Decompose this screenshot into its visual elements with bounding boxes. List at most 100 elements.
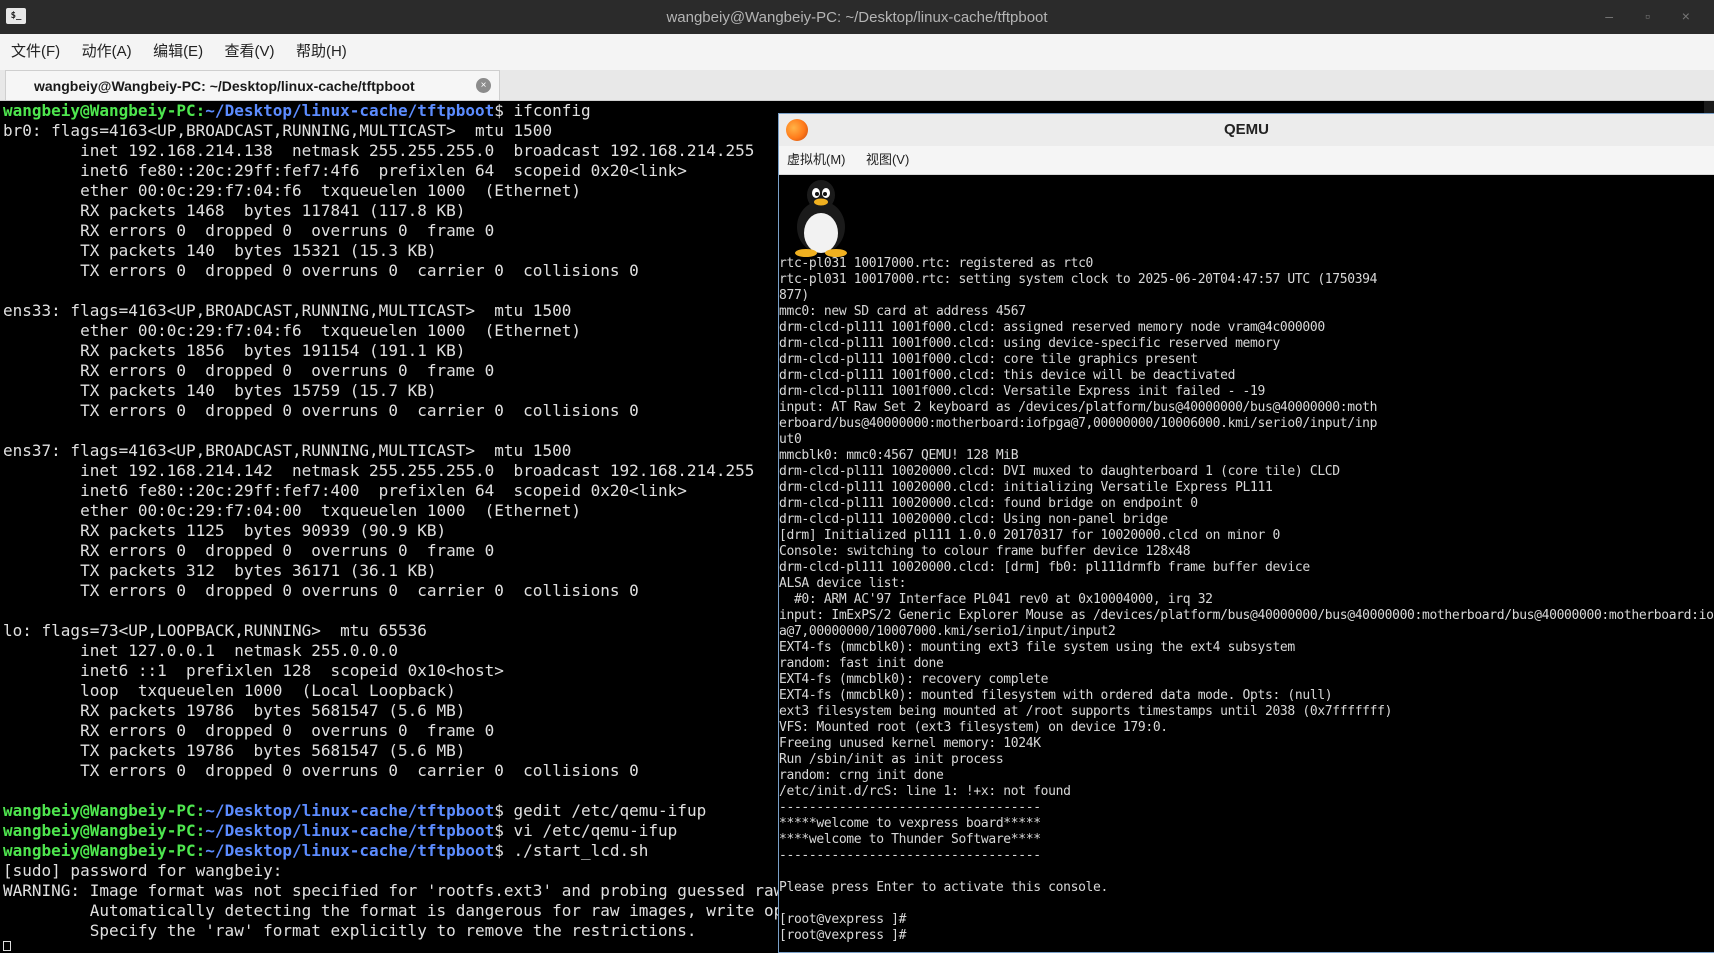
console-line: ----------------------------------- <box>779 800 1041 815</box>
terminal-line: inet 127.0.0.1 netmask 255.0.0.0 <box>3 641 398 660</box>
terminal-line: Specify the 'raw' format explicitly to r… <box>3 921 697 940</box>
menubar: 文件(F) 动作(A) 编辑(E) 查看(V) 帮助(H) <box>0 34 1714 71</box>
console-line: input: ImExPS/2 Generic Explorer Mouse a… <box>779 608 1714 623</box>
terminal-line: RX errors 0 dropped 0 overruns 0 frame 0 <box>3 361 495 380</box>
terminal-line: [sudo] password for wangbeiy: <box>3 861 283 880</box>
window-controls[interactable]: – ▫ × <box>1605 8 1704 24</box>
qemu-title: QEMU <box>1224 121 1269 138</box>
prompt-user: wangbeiy@Wangbeiy-PC: <box>3 101 206 120</box>
console-line: random: crng init done <box>779 768 944 783</box>
terminal-line: wangbeiy@Wangbeiy-PC:~/Desktop/linux-cac… <box>3 821 677 840</box>
console-line: a@7,00000000/10007000.kmi/serio1/input/i… <box>779 624 1116 639</box>
terminal-line: lo: flags=73<UP,LOOPBACK,RUNNING> mtu 65… <box>3 621 427 640</box>
menu-help[interactable]: 帮助(H) <box>296 34 347 70</box>
terminal-line: ens37: flags=4163<UP,BROADCAST,RUNNING,M… <box>3 441 572 460</box>
terminal-line: TX errors 0 dropped 0 overruns 0 carrier… <box>3 761 639 780</box>
console-line: rtc-pl031 10017000.rtc: registered as rt… <box>779 256 1094 271</box>
qemu-menubar: 虚拟机(M) 视图(V) <box>779 146 1714 175</box>
console-line: drm-clcd-pl111 1001f000.clcd: using devi… <box>779 336 1280 351</box>
console-line: ext3 filesystem being mounted at /root s… <box>779 704 1393 719</box>
qemu-menu-view[interactable]: 视图(V) <box>866 146 909 174</box>
menu-view[interactable]: 查看(V) <box>225 34 275 70</box>
prompt-user: wangbeiy@Wangbeiy-PC: <box>3 841 206 860</box>
terminal-line: TX packets 140 bytes 15321 (15.3 KB) <box>3 241 437 260</box>
console-line: EXT4-fs (mmcblk0): mounted filesystem wi… <box>779 688 1333 703</box>
menu-edit[interactable]: 编辑(E) <box>153 34 203 70</box>
command-text: $ ifconfig <box>494 101 591 120</box>
terminal-line: br0: flags=4163<UP,BROADCAST,RUNNING,MUL… <box>3 121 553 140</box>
console-line: 877) <box>779 288 809 303</box>
tab-bar: wangbeiy@Wangbeiy-PC: ~/Desktop/linux-ca… <box>0 70 1714 101</box>
terminal-line: TX errors 0 dropped 0 overruns 0 carrier… <box>3 581 639 600</box>
console-line: drm-clcd-pl111 10020000.clcd: DVI muxed … <box>779 464 1340 479</box>
console-line: ----------------------------------- <box>779 848 1041 863</box>
qemu-console-text: rtc-pl031 10017000.rtc: registered as rt… <box>779 256 1714 944</box>
terminal-line: ether 00:0c:29:f7:04:00 txqueuelen 1000 … <box>3 501 581 520</box>
prompt-path: ~/Desktop/linux-cache/tftpboot <box>205 101 495 120</box>
console-line: input: AT Raw Set 2 keyboard as /devices… <box>779 400 1378 415</box>
terminal-line: ens33: flags=4163<UP,BROADCAST,RUNNING,M… <box>3 301 572 320</box>
console-line: *****welcome to vexpress board***** <box>779 816 1041 831</box>
terminal-line: inet 192.168.214.142 netmask 255.255.255… <box>3 461 755 480</box>
qemu-display[interactable]: rtc-pl031 10017000.rtc: registered as rt… <box>779 175 1714 952</box>
console-line: Please press Enter to activate this cons… <box>779 880 1108 895</box>
console-line: rtc-pl031 10017000.rtc: setting system c… <box>779 272 1378 287</box>
prompt-user: wangbeiy@Wangbeiy-PC: <box>3 801 206 820</box>
console-line: ALSA device list: <box>779 576 907 591</box>
console-line: erboard/bus@40000000:motherboard:iofpga@… <box>779 416 1378 431</box>
console-line: Run /sbin/init as init process <box>779 752 1004 767</box>
terminal-line: TX packets 19786 bytes 5681547 (5.6 MB) <box>3 741 466 760</box>
terminal-line: wangbeiy@Wangbeiy-PC:~/Desktop/linux-cac… <box>3 101 591 120</box>
menu-file[interactable]: 文件(F) <box>11 34 60 70</box>
prompt-path: ~/Desktop/linux-cache/tftpboot <box>205 841 495 860</box>
prompt-path: ~/Desktop/linux-cache/tftpboot <box>205 821 495 840</box>
console-line: ****welcome to Thunder Software**** <box>779 832 1041 847</box>
qemu-window[interactable]: QEMU 虚拟机(M) 视图(V) rtc-pl031 10017000.rtc… <box>778 113 1714 953</box>
console-line: drm-clcd-pl111 10020000.clcd: initializi… <box>779 480 1273 495</box>
terminal-line: RX packets 1856 bytes 191154 (191.1 KB) <box>3 341 466 360</box>
terminal-tab[interactable]: wangbeiy@Wangbeiy-PC: ~/Desktop/linux-ca… <box>5 70 500 100</box>
console-line: random: fast init done <box>779 656 944 671</box>
terminal-line: RX errors 0 dropped 0 overruns 0 frame 0 <box>3 221 495 240</box>
terminal-line: TX errors 0 dropped 0 overruns 0 carrier… <box>3 261 639 280</box>
console-line: drm-clcd-pl111 10020000.clcd: [drm] fb0:… <box>779 560 1310 575</box>
command-text: $ ./start_lcd.sh <box>494 841 649 860</box>
terminal-line: TX packets 312 bytes 36171 (36.1 KB) <box>3 561 437 580</box>
console-line: drm-clcd-pl111 1001f000.clcd: this devic… <box>779 368 1236 383</box>
console-line: EXT4-fs (mmcblk0): recovery complete <box>779 672 1049 687</box>
terminal-line: inet 192.168.214.138 netmask 255.255.255… <box>3 141 755 160</box>
terminal-line: RX packets 1125 bytes 90939 (90.9 KB) <box>3 521 447 540</box>
console-line: mmc0: new SD card at address 4567 <box>779 304 1026 319</box>
terminal-line: RX errors 0 dropped 0 overruns 0 frame 0 <box>3 541 495 560</box>
console-line: mmcblk0: mmc0:4567 QEMU! 128 MiB <box>779 448 1019 463</box>
console-line: #0: ARM AC'97 Interface PL041 rev0 at 0x… <box>779 592 1213 607</box>
console-line: EXT4-fs (mmcblk0): mounting ext3 file sy… <box>779 640 1295 655</box>
terminal-line: RX errors 0 dropped 0 overruns 0 frame 0 <box>3 721 495 740</box>
window-titlebar[interactable]: $_ wangbeiy@Wangbeiy-PC: ~/Desktop/linux… <box>0 0 1714 34</box>
terminal-line: WARNING: Image format was not specified … <box>3 881 793 900</box>
tux-penguin-icon <box>795 180 847 257</box>
terminal-line: RX packets 1468 bytes 117841 (117.8 KB) <box>3 201 466 220</box>
qemu-titlebar[interactable]: QEMU <box>779 114 1714 147</box>
terminal-line: ether 00:0c:29:f7:04:f6 txqueuelen 1000 … <box>3 321 581 340</box>
terminal-line: inet6 ::1 prefixlen 128 scopeid 0x10<hos… <box>3 661 504 680</box>
qemu-menu-machine[interactable]: 虚拟机(M) <box>787 146 846 174</box>
console-line: VFS: Mounted root (ext3 filesystem) on d… <box>779 720 1168 735</box>
window-title: wangbeiy@Wangbeiy-PC: ~/Desktop/linux-ca… <box>666 9 1048 26</box>
terminal-line: TX packets 140 bytes 15759 (15.7 KB) <box>3 381 437 400</box>
console-line: /etc/init.d/rcS: line 1: !+x: not found <box>779 784 1071 799</box>
terminal-line: wangbeiy@Wangbeiy-PC:~/Desktop/linux-cac… <box>3 841 648 860</box>
terminal-line: ether 00:0c:29:f7:04:f6 txqueuelen 1000 … <box>3 181 581 200</box>
terminal-line: inet6 fe80::20c:29ff:fef7:400 prefixlen … <box>3 481 687 500</box>
menu-action[interactable]: 动作(A) <box>82 34 132 70</box>
console-line: [drm] Initialized pl111 1.0.0 20170317 f… <box>779 528 1280 543</box>
prompt-user: wangbeiy@Wangbeiy-PC: <box>3 821 206 840</box>
prompt-path: ~/Desktop/linux-cache/tftpboot <box>205 801 495 820</box>
console-line: Freeing unused kernel memory: 1024K <box>779 736 1041 751</box>
console-line: drm-clcd-pl111 1001f000.clcd: core tile … <box>779 352 1198 367</box>
console-line: drm-clcd-pl111 1001f000.clcd: assigned r… <box>779 320 1325 335</box>
console-line: ut0 <box>779 432 802 447</box>
command-text: $ gedit /etc/qemu-ifup <box>494 801 707 820</box>
close-icon[interactable]: × <box>476 78 491 93</box>
console-line: [root@vexpress ]# <box>779 928 907 943</box>
